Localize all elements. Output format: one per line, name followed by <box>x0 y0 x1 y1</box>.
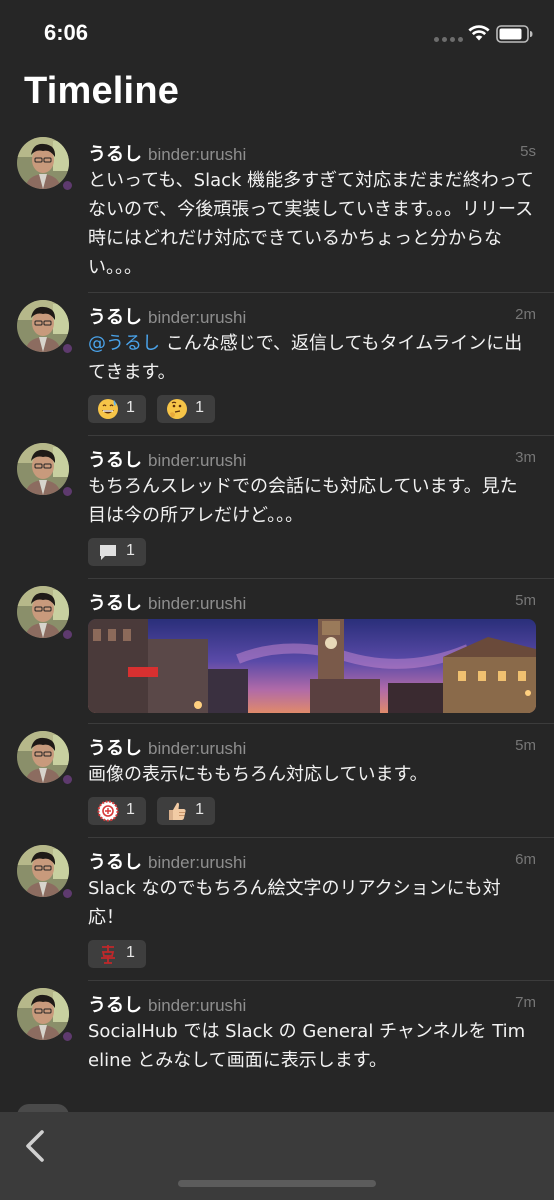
post-header: うるし binder:urushi 2m <box>88 303 554 329</box>
avatar-photo <box>17 137 69 189</box>
timeline-post[interactable]: うるし binder:urushi 2m @うるし こんな感じで、返信してもタイム… <box>17 293 554 436</box>
reaction-chip[interactable]: 1 <box>88 940 146 968</box>
display-name[interactable]: うるし <box>88 738 142 759</box>
thread-replies: 1 <box>88 538 554 568</box>
user-handle: binder:urushi <box>148 996 247 1015</box>
post-timestamp: 5m <box>515 592 536 609</box>
avatar-photo <box>17 845 69 897</box>
post-text: もちろんスレッドでの会話にも対応しています。見た目は今の所アレだけど。。。 <box>88 476 518 526</box>
post-text: といっても、Slack 機能多すぎて対応まだまだ終わってないので、今後頑張って実… <box>88 170 534 278</box>
user-handle: binder:urushi <box>148 451 247 470</box>
post-text: @うるし こんな感じで、返信してもタイムラインに出てきます。 <box>88 329 554 387</box>
avatar[interactable] <box>17 300 69 352</box>
status-bar: 6:06 <box>0 0 554 66</box>
reaction-chip[interactable]: 1 <box>88 395 146 423</box>
post-timestamp: 6m <box>515 851 536 868</box>
reaction-chip[interactable]: 1 <box>157 797 216 825</box>
reaction-list: 1 1 <box>88 797 554 827</box>
timeline-post[interactable]: うるし binder:urushi 5m 画像の表示にももちろん対応しています。 … <box>17 724 554 838</box>
display-name[interactable]: うるし <box>88 144 142 165</box>
display-name[interactable]: うるし <box>88 450 142 471</box>
user-handle: binder:urushi <box>148 594 247 613</box>
cellular-signal-icon <box>434 37 464 43</box>
post-header: うるし binder:urushi 5m <box>88 734 554 760</box>
user-mention[interactable]: @うるし <box>88 333 160 354</box>
reaction-count: 1 <box>195 399 204 416</box>
post-timestamp: 5m <box>515 737 536 754</box>
presence-indicator <box>62 1031 73 1042</box>
post-text: 画像の表示にももちろん対応しています。 <box>88 764 428 785</box>
post-text: Slack なのでもちろん絵文字のリアクションにも対応！ <box>88 878 501 928</box>
reaction-count: 1 <box>126 944 135 961</box>
presence-indicator <box>62 486 73 497</box>
avatar[interactable] <box>17 731 69 783</box>
display-name[interactable]: うるし <box>88 852 142 873</box>
display-name[interactable]: うるし <box>88 307 142 328</box>
reaction-count: 1 <box>195 801 204 818</box>
post-header: うるし binder:urushi 5s <box>88 140 554 166</box>
thread-reply-button[interactable]: 1 <box>88 538 146 566</box>
reaction-chip[interactable]: 1 <box>157 395 216 423</box>
home-indicator[interactable] <box>178 1180 376 1187</box>
reaction-list: 1 <box>88 940 554 970</box>
wifi-icon <box>468 25 490 41</box>
user-handle: binder:urushi <box>148 308 247 327</box>
post-timestamp: 3m <box>515 449 536 466</box>
post-header: うるし binder:urushi 6m <box>88 848 554 874</box>
avatar[interactable] <box>17 586 69 638</box>
presence-indicator <box>62 180 73 191</box>
user-handle: binder:urushi <box>148 739 247 758</box>
user-handle: binder:urushi <box>148 145 247 164</box>
avatar[interactable] <box>17 988 69 1040</box>
avatar-photo <box>17 443 69 495</box>
grinning-sweat-emoji-icon <box>98 399 118 419</box>
reaction-count: 1 <box>126 399 135 416</box>
presence-indicator <box>62 888 73 899</box>
avatar-photo <box>17 586 69 638</box>
thumbs-up-emoji-icon <box>169 802 186 820</box>
post-timestamp: 5s <box>520 143 536 160</box>
post-timestamp: 2m <box>515 306 536 323</box>
presence-indicator <box>62 629 73 640</box>
thread-reply-count: 1 <box>126 542 135 559</box>
avatar[interactable] <box>17 845 69 897</box>
reaction-count: 1 <box>126 801 135 818</box>
post-header: うるし binder:urushi 5m <box>88 589 554 615</box>
post-header: うるし binder:urushi 3m <box>88 446 554 472</box>
speech-bubble-icon <box>100 545 116 560</box>
post-timestamp: 7m <box>515 994 536 1011</box>
battery-icon <box>496 25 533 43</box>
presence-indicator <box>62 343 73 354</box>
timeline-post[interactable]: うるし binder:urushi 7m SocialHub では Slack の… <box>17 981 554 1085</box>
custom-red-kanji-emoji-icon <box>101 945 115 964</box>
avatar[interactable] <box>17 443 69 495</box>
avatar-photo <box>17 300 69 352</box>
display-name[interactable]: うるし <box>88 995 142 1016</box>
status-time: 6:06 <box>44 20 89 45</box>
thinking-face-emoji-icon <box>167 399 188 419</box>
user-handle: binder:urushi <box>148 853 247 872</box>
timeline-post[interactable]: うるし binder:urushi 5m <box>17 579 554 724</box>
display-name[interactable]: うるし <box>88 593 142 614</box>
bottom-toolbar <box>0 1112 554 1200</box>
avatar-photo <box>17 731 69 783</box>
post-text: SocialHub では Slack の General チャンネルを Time… <box>88 1021 526 1071</box>
city-clocktower-dusk-photo <box>88 619 536 713</box>
back-chevron-icon[interactable] <box>18 1126 52 1166</box>
timeline-post[interactable]: うるし binder:urushi 5s といっても、Slack 機能多すぎて対応… <box>17 130 554 293</box>
timeline-post[interactable]: うるし binder:urushi 6m Slack なのでもちろん絵文字のリアク… <box>17 838 554 981</box>
timeline-list[interactable]: うるし binder:urushi 5s といっても、Slack 機能多すぎて対応… <box>0 130 554 1085</box>
avatar-photo <box>17 988 69 1040</box>
page-title: Timeline <box>24 70 180 112</box>
custom-red-badge-emoji-icon <box>97 800 119 822</box>
reaction-list: 1 1 <box>88 395 554 425</box>
post-header: うるし binder:urushi 7m <box>88 991 554 1017</box>
avatar[interactable] <box>17 137 69 189</box>
presence-indicator <box>62 774 73 785</box>
reaction-chip[interactable]: 1 <box>88 797 146 825</box>
image-attachment[interactable] <box>88 619 536 713</box>
timeline-post[interactable]: うるし binder:urushi 3m もちろんスレッドでの会話にも対応していま… <box>17 436 554 579</box>
